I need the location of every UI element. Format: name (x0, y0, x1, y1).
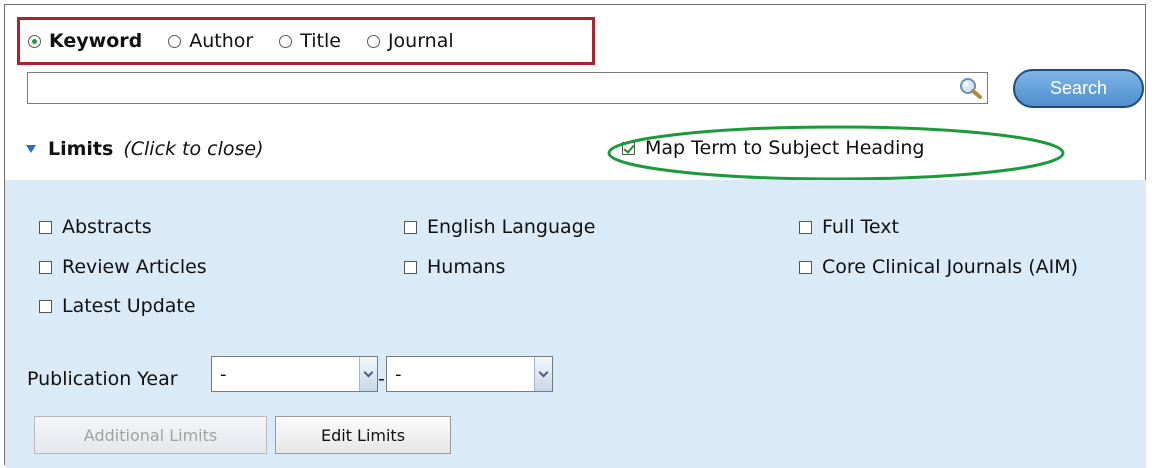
checkbox-icon[interactable] (799, 220, 812, 234)
dropdown-arrow-icon[interactable] (359, 357, 377, 391)
checkbox-icon[interactable] (39, 260, 52, 274)
radio-author-label: Author (189, 30, 254, 52)
limits-title: Limits (48, 138, 114, 160)
dropdown-arrow-icon[interactable] (534, 357, 552, 391)
search-field[interactable] (27, 72, 988, 104)
map-term-label: Map Term to Subject Heading (645, 137, 925, 159)
option-abstracts[interactable]: Abstracts (39, 216, 152, 238)
year-to-value: - (395, 363, 402, 385)
search-button[interactable]: Search (1013, 69, 1144, 108)
checkbox-icon[interactable] (404, 220, 417, 234)
publication-year-label: Publication Year (27, 368, 178, 390)
radio-title[interactable]: Title (279, 30, 341, 52)
checkbox-icon[interactable] (39, 299, 52, 313)
checkbox-icon[interactable] (799, 260, 812, 274)
checkbox-icon[interactable] (404, 260, 417, 274)
option-review-articles[interactable]: Review Articles (39, 256, 207, 278)
option-label: English Language (427, 216, 596, 238)
option-label: Latest Update (62, 295, 196, 317)
option-label: Review Articles (62, 256, 207, 278)
limits-panel: Abstracts English Language Full Text Rev… (5, 180, 1146, 468)
radio-button-icon[interactable] (279, 34, 293, 48)
radio-keyword-label: Keyword (49, 30, 143, 52)
search-type-selector: Keyword Author Title Journal (17, 17, 595, 65)
limits-toggle[interactable]: Limits (Click to close) (26, 138, 264, 160)
edit-limits-button[interactable]: Edit Limits (275, 416, 451, 454)
expand-triangle-icon[interactable] (26, 145, 36, 153)
map-term-checkbox[interactable]: Map Term to Subject Heading (622, 137, 924, 159)
radio-button-icon[interactable] (168, 34, 182, 48)
option-humans[interactable]: Humans (404, 256, 505, 278)
option-core-clinical-journals[interactable]: Core Clinical Journals (AIM) (799, 256, 1078, 278)
radio-title-label: Title (300, 30, 341, 52)
additional-limits-button[interactable]: Additional Limits (34, 416, 267, 454)
year-range-separator: - (378, 368, 385, 390)
year-from-value: - (220, 363, 227, 385)
option-latest-update[interactable]: Latest Update (39, 295, 196, 317)
radio-keyword[interactable]: Keyword (28, 30, 142, 52)
checkbox-checked-icon[interactable] (622, 141, 635, 155)
radio-journal[interactable]: Journal (366, 30, 454, 52)
limits-hint[interactable]: (Click to close) (123, 138, 263, 160)
option-full-text[interactable]: Full Text (799, 216, 899, 238)
option-label: Humans (427, 256, 506, 278)
option-label: Full Text (822, 216, 899, 238)
radio-journal-label: Journal (387, 30, 454, 52)
year-from-select[interactable]: - (211, 356, 378, 392)
radio-author[interactable]: Author (168, 30, 253, 52)
year-to-select[interactable]: - (386, 356, 553, 392)
option-label: Abstracts (62, 216, 152, 238)
option-english-language[interactable]: English Language (404, 216, 595, 238)
checkbox-icon[interactable] (39, 220, 52, 234)
magnifier-icon[interactable] (957, 76, 983, 100)
option-label: Core Clinical Journals (AIM) (822, 256, 1079, 278)
radio-button-icon[interactable] (366, 34, 380, 48)
radio-button-icon[interactable] (28, 34, 41, 48)
search-input[interactable] (32, 74, 956, 104)
